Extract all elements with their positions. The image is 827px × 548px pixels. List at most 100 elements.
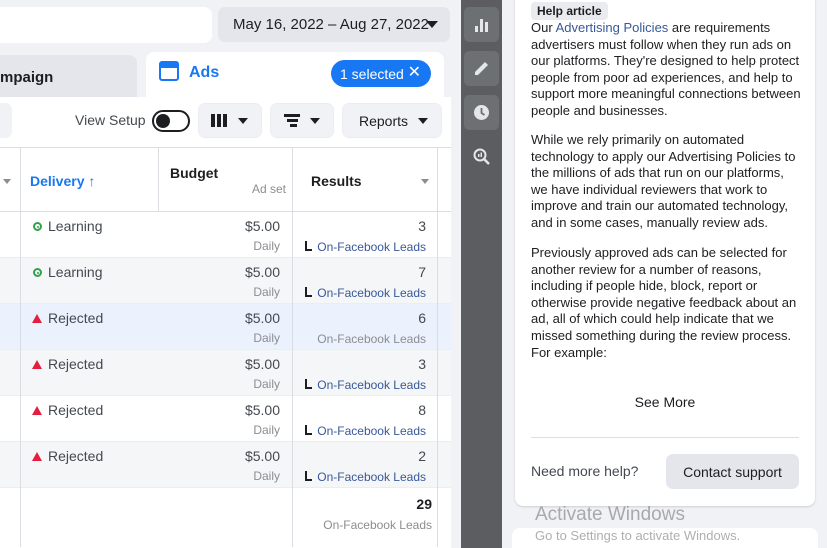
chevron-down-icon [418,118,428,124]
delivery-status: Learning [48,264,103,280]
clock-icon [474,105,489,120]
results-type[interactable]: On-Facebook Leads [317,378,426,392]
results-total: 29 [416,496,432,512]
column-delivery[interactable]: Delivery ↑ [30,173,95,189]
tab-campaigns-label: mpaign [0,68,54,86]
magnify-chart-icon [473,148,490,165]
lead-form-icon [304,287,312,298]
chevron-down-icon [238,118,248,124]
results-value: 8 [418,402,426,418]
lead-form-icon [304,379,312,390]
delivery-status: Learning [48,218,103,234]
table-row[interactable]: Learning $5.00 Daily 7 On-Facebook Leads [0,258,451,304]
rejected-status-icon [32,314,42,323]
chevron-down-icon [310,118,320,124]
ads-manager-area: May 16, 2022 – Aug 27, 2022 mpaign Ads 1… [0,0,453,548]
column-divider [20,147,21,547]
breakdown-button[interactable] [270,103,334,138]
help-divider [531,437,799,438]
budget-value: $5.00 [244,218,280,234]
budget-period: Daily [253,377,280,391]
toggle-knob [156,114,170,128]
table-header: Delivery ↑ Budget Ad set Results [0,147,451,212]
budget-value: $5.00 [244,264,280,280]
help-article-badge: Help article [531,2,608,20]
close-icon[interactable]: ✕ [408,64,421,82]
lead-form-icon [304,471,312,482]
rejected-status-icon [32,360,42,369]
selection-pill[interactable]: 1 selected ✕ [331,60,431,87]
column-divider [158,147,159,212]
date-range-picker[interactable]: May 16, 2022 – Aug 27, 2022 [218,7,450,42]
results-type[interactable]: On-Facebook Leads [317,470,426,484]
results-value: 7 [418,264,426,280]
column-divider [437,147,438,547]
budget-period: Daily [253,469,280,483]
tab-campaigns[interactable]: mpaign [0,55,137,99]
need-help-label: Need more help? [531,463,639,479]
table-row[interactable]: Rejected $5.00 Daily 2 On-Facebook Leads [0,442,451,488]
view-setup-toggle[interactable] [152,110,190,132]
results-value: 3 [418,218,426,234]
search-bar[interactable] [0,7,212,43]
activate-windows-subtext: Go to Settings to activate Windows. [535,528,741,543]
budget-value: $5.00 [244,356,280,372]
help-paragraph-1: Our Advertising Policies are requirement… [531,20,801,118]
delivery-status: Rejected [48,448,104,464]
columns-button[interactable] [198,103,262,138]
budget-period: Daily [253,285,280,299]
side-rail [461,0,502,548]
results-type[interactable]: On-Facebook Leads [317,240,426,254]
tab-ads[interactable]: Ads 1 selected ✕ [146,52,444,100]
chevron-down-icon [426,21,438,28]
rail-button-inspect[interactable] [464,139,499,174]
help-paragraph-2: While we rely primarily on automated tec… [531,132,796,230]
table-row[interactable]: Rejected $5.00 Daily 8 On-Facebook Leads [0,396,451,442]
budget-period: Daily [253,331,280,345]
table-row[interactable]: Rejected $5.00 Daily 3 On-Facebook Leads [0,350,451,396]
reports-button[interactable]: Reports [342,103,442,138]
tab-ads-label: Ads [189,64,220,81]
breakdown-icon [284,114,300,128]
table-row[interactable]: Rejected $5.00 Daily 6 On-Facebook Leads [0,304,451,350]
results-total-label: On-Facebook Leads [323,518,432,532]
bar-chart-icon [475,19,488,32]
rejected-status-icon [32,452,42,461]
delivery-status: Rejected [48,402,104,418]
rail-button-history[interactable] [464,95,499,130]
sort-icon[interactable] [421,179,429,184]
activate-windows-watermark: Activate Windows [535,504,685,525]
learning-status-icon [33,268,42,277]
column-results[interactable]: Results [311,173,362,189]
results-value: 3 [418,356,426,372]
columns-icon [211,114,227,127]
sort-icon[interactable] [3,179,11,184]
budget-value: $5.00 [244,402,280,418]
delivery-status: Rejected [48,356,104,372]
table-totals-row: 29 On-Facebook Leads [0,488,451,548]
learning-status-icon [33,222,42,231]
rail-button-charts[interactable] [464,7,499,42]
view-setup-label: View Setup [75,112,146,128]
pencil-icon [475,62,488,75]
column-budget[interactable]: Budget [170,165,218,181]
rejected-status-icon [32,406,42,415]
results-type[interactable]: On-Facebook Leads [317,286,426,300]
results-value: 6 [418,310,426,326]
see-more-button[interactable]: See More [610,394,720,410]
column-budget-level: Ad set [252,182,287,196]
ads-panel: View Setup Reports Delivery ↑ Budget Ad … [0,97,451,548]
rail-button-edit[interactable] [464,51,499,86]
results-value: 2 [418,448,426,464]
advertising-policies-link[interactable]: Advertising Policies [556,20,669,35]
contact-support-button[interactable]: Contact support [666,454,799,489]
budget-period: Daily [253,423,280,437]
pane-divider[interactable] [453,0,461,548]
budget-value: $5.00 [244,448,280,464]
budget-period: Daily [253,239,280,253]
table-row[interactable]: Learning $5.00 Daily 3 On-Facebook Leads [0,212,451,258]
toolbar-button-partial[interactable] [0,103,12,138]
ads-icon [159,61,179,81]
results-type[interactable]: On-Facebook Leads [317,424,426,438]
help-paragraph-3: Previously approved ads can be selected … [531,245,797,360]
